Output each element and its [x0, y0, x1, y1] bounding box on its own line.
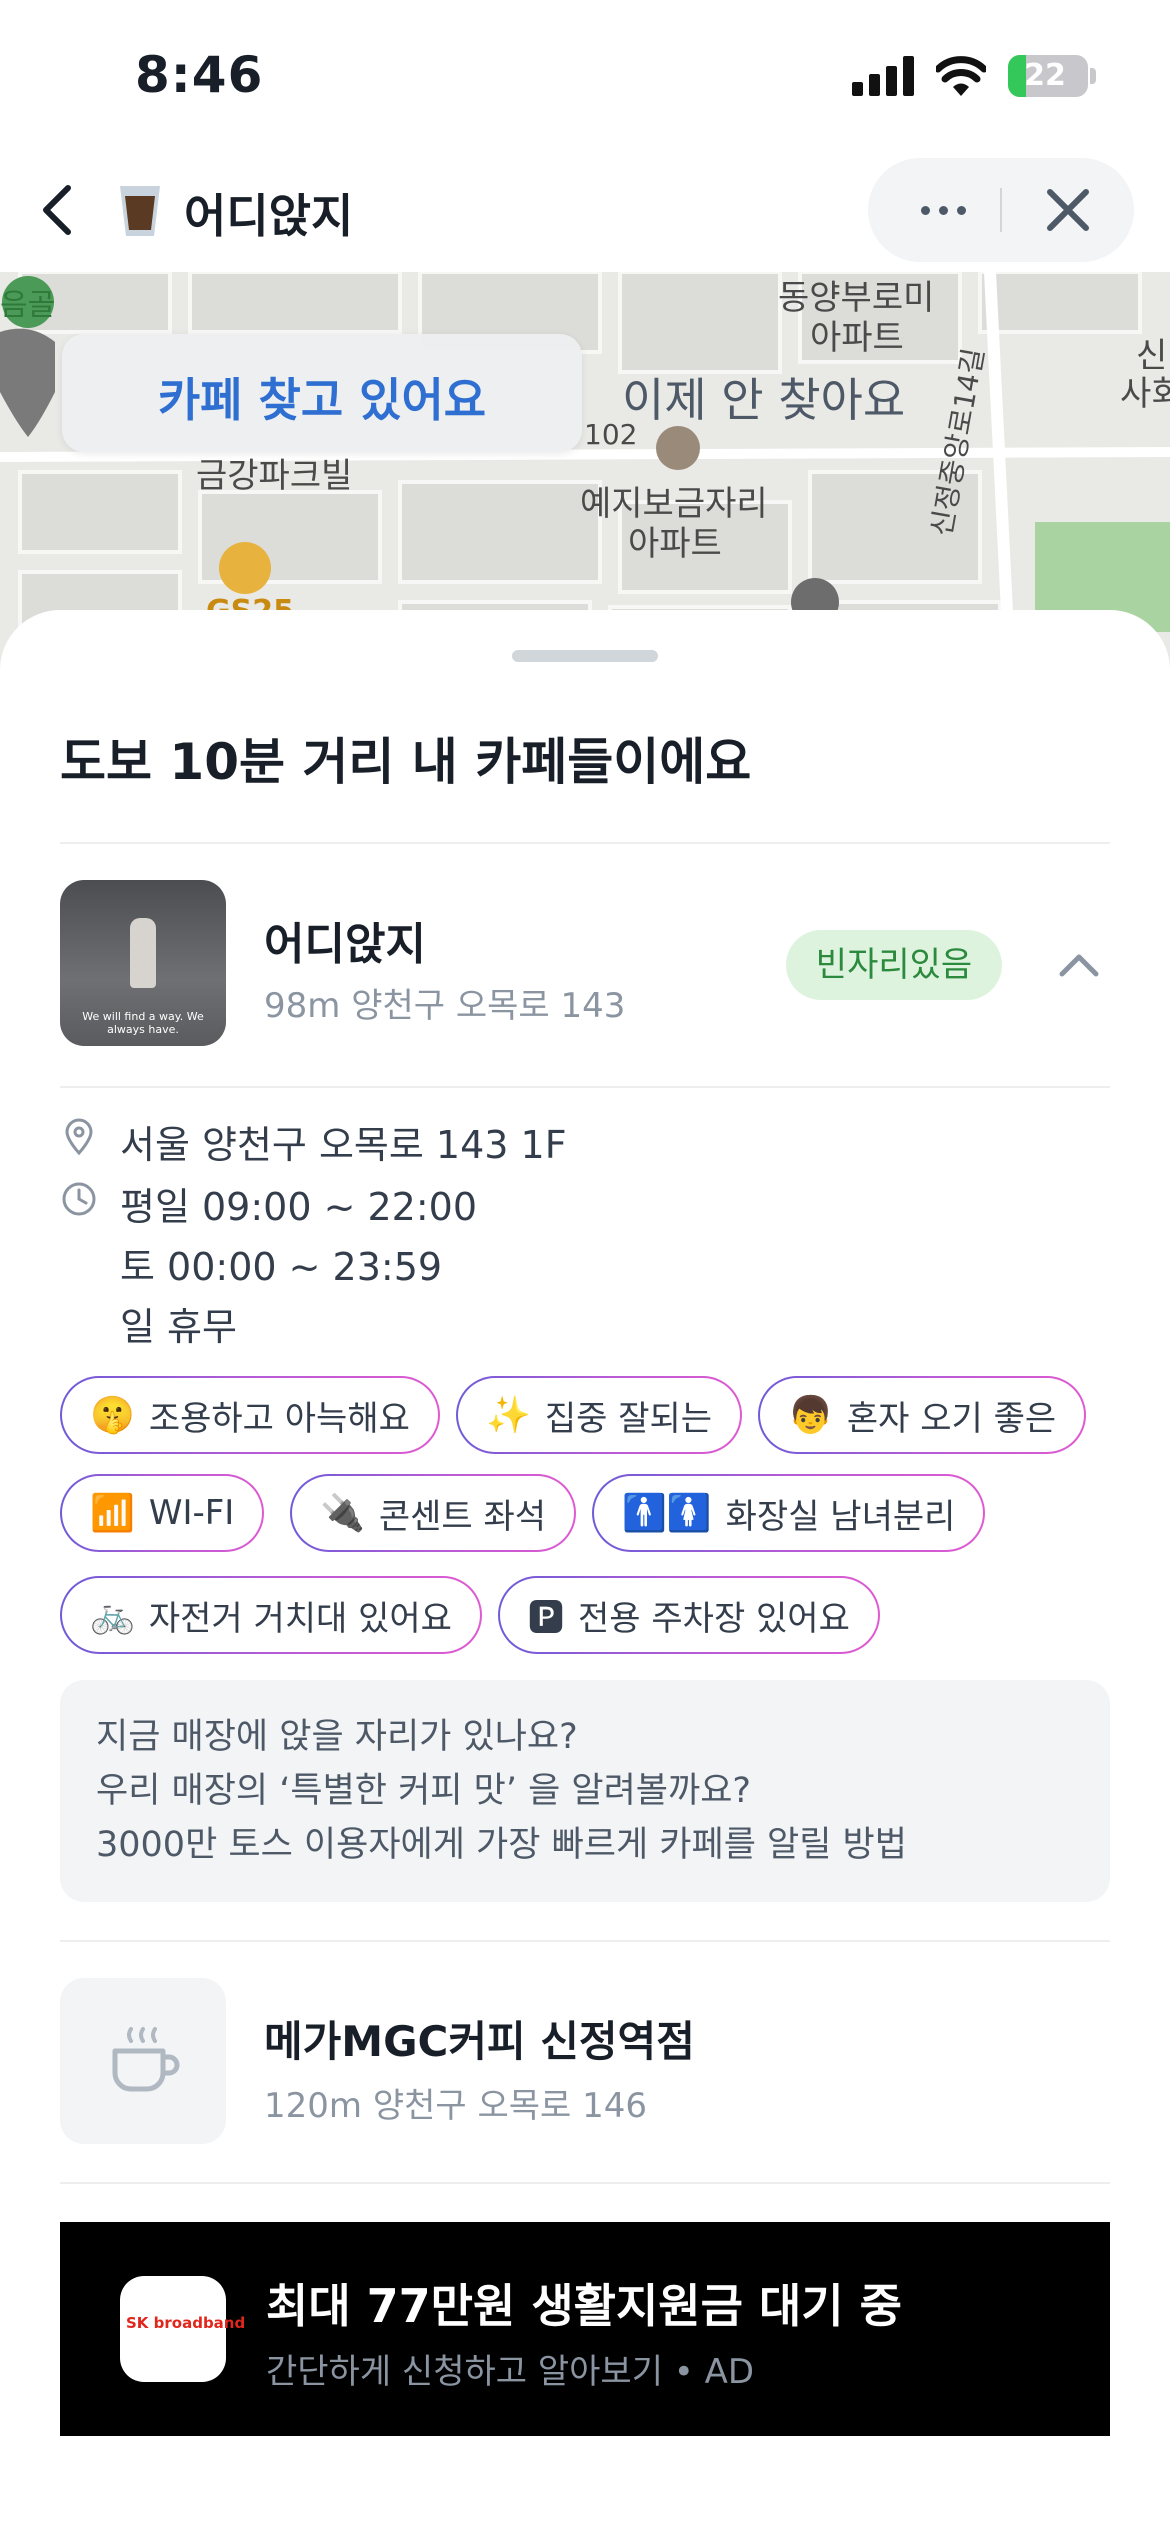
sparkles-icon: ✨ [486, 1395, 531, 1436]
tag-label: 혼자 오기 좋은 [846, 1398, 1057, 1439]
bicycle-icon: 🚲 [90, 1595, 135, 1636]
cup-icon [120, 186, 160, 236]
tag-label: 조용하고 아늑해요 [148, 1398, 410, 1439]
map-label: 음골 [0, 288, 56, 323]
signal-bars-icon: 📶 [90, 1493, 135, 1534]
ad-banner[interactable]: SK broadband 최대 77만원 생활지원금 대기 중 간단하게 신청하… [60, 2222, 1110, 2436]
coffee-cup-icon [112, 2027, 180, 2092]
divider [60, 842, 1110, 844]
back-icon[interactable] [30, 180, 90, 240]
page-title: 어디앉지 [184, 189, 354, 243]
divider [60, 1940, 1110, 1942]
ad-logo-text: SK broadband [126, 2314, 246, 2332]
tag-label: WI-FI [148, 1493, 235, 1533]
tag-label: 콘센트 좌석 [378, 1496, 547, 1537]
more-icon[interactable] [908, 182, 978, 238]
thumbnail-caption: We will find a way. We always have. [82, 1010, 204, 1036]
tag-parking[interactable]: 🅿 전용 주차장 있어요 [498, 1576, 880, 1654]
cafe-thumbnail-placeholder[interactable] [60, 1978, 226, 2144]
status-time: 8:46 [135, 46, 264, 104]
bottom-sheet: 도보 10분 거리 내 카페들이에요 We will find a way. W… [0, 610, 1170, 2532]
parking-icon: 🅿 [528, 1598, 565, 1639]
cafe-name[interactable]: 메가MGC커피 신정역점 [264, 2008, 695, 2069]
app-header: 어디앉지 [0, 150, 1170, 272]
person-icon: 👦 [788, 1395, 833, 1436]
promo-line: 3000만 토스 이용자에게 가장 빠르게 카페를 알릴 방법 [96, 1825, 907, 1865]
location-pin-icon [65, 1118, 93, 1156]
cafe-name[interactable]: 어디앉지 [264, 908, 426, 972]
tag-label: 화장실 남녀분리 [725, 1496, 956, 1537]
segment-not-finding[interactable]: 이제 안 찾아요 [622, 364, 905, 430]
battery-icon: 22 [1008, 55, 1088, 97]
owner-promo-box[interactable]: 지금 매장에 앉을 자리가 있나요? 우리 매장의 ‘특별한 커피 맛’ 을 알… [60, 1680, 1110, 1902]
sk-broadband-logo: SK broadband [120, 2276, 246, 2382]
astronaut-figure [130, 918, 156, 988]
sheet-drag-handle[interactable] [512, 650, 658, 662]
tag-label: 자전거 거치대 있어요 [148, 1598, 452, 1639]
hours-weekday: 평일 09:00 ~ 22:00 [120, 1185, 478, 1229]
battery-tip [1090, 68, 1096, 84]
cafe-distance-address: 120m 양천구 오목로 146 [264, 2086, 648, 2126]
cafe-thumbnail[interactable]: We will find a way. We always have. [60, 880, 226, 1046]
restroom-icon: 🚹🚺 [622, 1493, 712, 1534]
status-bar: 8:46 22 [0, 0, 1170, 150]
map-label: 아파트 [628, 524, 722, 564]
status-badge: 빈자리있음 [786, 930, 1002, 1000]
cafe-distance-address: 98m 양천구 오목로 143 [264, 986, 626, 1026]
chevron-up-icon[interactable] [1054, 940, 1104, 990]
ad-subtitle: 간단하게 신청하고 알아보기 • AD [266, 2352, 755, 2392]
tag-quiet[interactable]: 🤫 조용하고 아늑해요 [60, 1376, 440, 1454]
pill-divider [1000, 188, 1002, 232]
address-row: 서울 양천구 오목로 143 1F [60, 1114, 760, 1167]
battery-level: 22 [1024, 58, 1066, 93]
tag-wifi[interactable]: 📶 WI-FI [60, 1474, 265, 1552]
hours-sunday: 일 휴무 [120, 1305, 237, 1349]
sheet-title: 도보 10분 거리 내 카페들이에요 [60, 733, 752, 791]
tag-solo[interactable]: 👦 혼자 오기 좋은 [758, 1376, 1087, 1454]
ad-title: 최대 77만원 생활지원금 대기 중 [266, 2279, 902, 2333]
promo-line: 우리 매장의 ‘특별한 커피 맛’ 을 알려볼까요? [96, 1771, 751, 1811]
tag-outlet[interactable]: 🔌 콘센트 좌석 [290, 1474, 577, 1552]
close-icon[interactable] [1038, 180, 1098, 240]
segment-finding-cafe[interactable]: 카페 찾고 있어요 [62, 334, 582, 452]
header-action-pill [868, 158, 1134, 262]
cafe-full-address: 서울 양천구 오목로 143 1F [120, 1123, 567, 1167]
divider [60, 1086, 1110, 1088]
hours-saturday: 토 00:00 ~ 23:59 [120, 1245, 443, 1289]
plug-icon: 🔌 [320, 1493, 365, 1534]
tag-focus[interactable]: ✨ 집중 잘되는 [456, 1376, 743, 1454]
map-label: 사회 [1120, 374, 1170, 414]
tag-bicycle[interactable]: 🚲 자전거 거치대 있어요 [60, 1576, 482, 1654]
wifi-icon [936, 56, 986, 96]
hours-row: 평일 09:00 ~ 22:00 토 00:00 ~ 23:59 일 휴무 [60, 1176, 760, 1356]
cellular-signal-icon [852, 56, 916, 96]
map-label: 금강파크빌 [196, 456, 353, 496]
tag-restroom[interactable]: 🚹🚺 화장실 남녀분리 [592, 1474, 986, 1552]
tag-label: 집중 잘되는 [544, 1398, 713, 1439]
shush-icon: 🤫 [90, 1395, 135, 1436]
tag-label: 전용 주차장 있어요 [578, 1598, 850, 1639]
segment-finding-cafe-label: 카페 찾고 있어요 [157, 373, 487, 427]
search-status-toggle: 카페 찾고 있어요 이제 안 찾아요 [62, 334, 1112, 454]
clock-icon [62, 1182, 96, 1216]
promo-line: 지금 매장에 앉을 자리가 있나요? [96, 1717, 578, 1757]
divider [60, 2182, 1110, 2184]
